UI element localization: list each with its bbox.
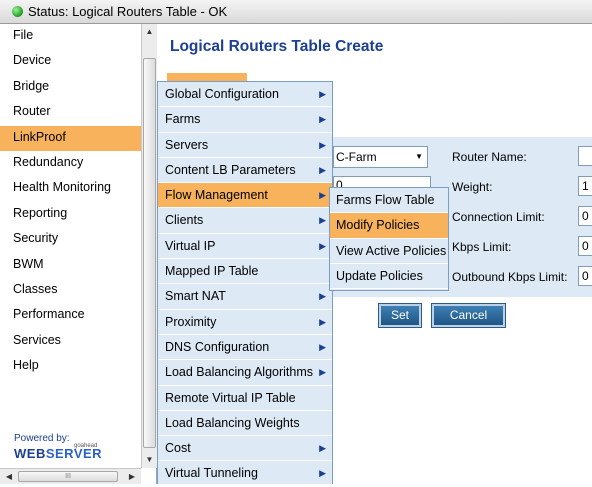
menu-item-label: Flow Management xyxy=(165,188,268,203)
nav-item-help[interactable]: Help xyxy=(0,354,141,379)
menu-item-label: Mapped IP Table xyxy=(165,264,259,279)
connection-limit-input[interactable]: 0 xyxy=(578,206,592,226)
menu-item-global-configuration[interactable]: Global Configuration ▶ xyxy=(158,82,332,108)
status-ok-icon xyxy=(12,6,23,17)
nav-item-linkproof[interactable]: LinkProof xyxy=(0,125,141,151)
farm-select[interactable]: C-Farm ▼ xyxy=(333,146,428,168)
brand-name: WEBSERVER xyxy=(14,446,103,461)
cancel-button[interactable]: Cancel xyxy=(431,303,506,328)
menu-item-content-lb-parameters[interactable]: Content LB Parameters ▶ xyxy=(158,158,332,184)
submenu-arrow-icon: ▶ xyxy=(319,291,326,302)
menu-item-label: Proximity xyxy=(165,314,217,329)
scroll-thumb[interactable] xyxy=(143,58,156,448)
kbps-limit-input[interactable]: 0 xyxy=(578,236,592,256)
weight-input[interactable]: 1 xyxy=(578,176,592,196)
menu-item-label: Virtual IP xyxy=(165,238,216,253)
outbound-kbps-limit-input[interactable]: 0 xyxy=(578,266,592,286)
powered-by-logo: Powered by: goahead WEBSERVER xyxy=(14,433,134,461)
scroll-right-icon[interactable]: ▶ xyxy=(125,469,139,484)
nav-item-health-monitoring[interactable]: Health Monitoring xyxy=(0,176,141,201)
menu-item-label: Farms xyxy=(165,112,201,127)
outbound-kbps-limit-label: Outbound Kbps Limit: xyxy=(452,270,568,284)
nav-list: File Device Bridge Router LinkProof Redundanc… xyxy=(0,24,141,379)
set-button[interactable]: Set xyxy=(378,303,422,328)
submenu-item-update-policies[interactable]: Update Policies xyxy=(330,264,448,290)
menu-item-label: Load Balancing Algorithms xyxy=(165,365,314,380)
submenu-item-modify-policies[interactable]: Modify Policies xyxy=(330,213,448,239)
menu-item-label: Content LB Parameters xyxy=(165,162,296,177)
linkproof-menu: Global Configuration ▶ Farms ▶ Servers ▶ Conte… xyxy=(157,81,333,487)
menu-item-servers[interactable]: Servers ▶ xyxy=(158,133,332,158)
submenu-arrow-icon: ▶ xyxy=(319,367,326,378)
submenu-arrow-icon: ▶ xyxy=(319,240,326,251)
nav-item-router[interactable]: Router xyxy=(0,100,141,125)
submenu-arrow-icon: ▶ xyxy=(319,341,326,352)
submenu-arrow-icon: ▶ xyxy=(319,114,326,125)
nav-item-device[interactable]: Device xyxy=(0,49,141,74)
submenu-arrow-icon: ▶ xyxy=(319,190,326,201)
left-navigation: File Device Bridge Router LinkProof Redundanc… xyxy=(0,24,157,484)
menu-item-load-balancing-weights[interactable]: Load Balancing Weights xyxy=(158,411,332,437)
menu-item-label: Clients xyxy=(165,213,204,228)
nav-item-services[interactable]: Services xyxy=(0,329,141,354)
nav-item-redundancy[interactable]: Redundancy xyxy=(0,151,141,176)
kbps-limit-label: Kbps Limit: xyxy=(452,240,512,254)
menu-item-mapped-ip-table[interactable]: Mapped IP Table xyxy=(158,259,332,285)
scroll-down-icon[interactable]: ▼ xyxy=(142,452,157,468)
nav-item-file[interactable]: File xyxy=(0,24,141,49)
menu-item-label: DNS Configuration xyxy=(165,339,270,354)
nav-item-performance[interactable]: Performance xyxy=(0,303,141,328)
menu-item-flow-management[interactable]: Flow Management ▶ xyxy=(158,183,332,209)
nav-vertical-scrollbar[interactable]: ▲ ▼ xyxy=(141,24,157,468)
scroll-left-icon[interactable]: ◀ xyxy=(2,469,16,484)
submenu-arrow-icon: ▶ xyxy=(319,468,326,479)
status-bar: Status: Logical Routers Table - OK xyxy=(0,0,592,24)
submenu-arrow-icon: ▶ xyxy=(319,443,326,454)
chevron-down-icon: ▼ xyxy=(415,152,423,161)
router-name-label: Router Name: xyxy=(452,150,527,164)
menu-item-load-balancing-algorithms[interactable]: Load Balancing Algorithms ▶ xyxy=(158,360,332,386)
hscroll-thumb[interactable]: III xyxy=(18,471,118,482)
menu-item-label: Remote Virtual IP Table xyxy=(165,390,296,405)
router-name-input[interactable] xyxy=(578,146,592,166)
menu-item-smart-nat[interactable]: Smart NAT ▶ xyxy=(158,284,332,310)
submenu-arrow-icon: ▶ xyxy=(319,215,326,226)
nav-item-classes[interactable]: Classes xyxy=(0,278,141,303)
flow-management-submenu: Farms Flow Table Modify Policies View Acti… xyxy=(329,187,449,291)
menu-item-proximity[interactable]: Proximity ▶ xyxy=(158,310,332,335)
nav-item-reporting[interactable]: Reporting xyxy=(0,202,141,227)
weight-label: Weight: xyxy=(452,180,493,194)
menu-item-label: Global Configuration xyxy=(165,87,279,101)
nav-horizontal-scrollbar[interactable]: ◀ III ▶ xyxy=(0,468,141,484)
connection-limit-label: Connection Limit: xyxy=(452,210,545,224)
menu-item-farms[interactable]: Farms ▶ xyxy=(158,107,332,133)
menu-item-cost[interactable]: Cost ▶ xyxy=(158,436,332,462)
menu-item-clients[interactable]: Clients ▶ xyxy=(158,208,332,234)
nav-item-bridge[interactable]: Bridge xyxy=(0,75,141,100)
menu-item-remote-virtual-ip-table[interactable]: Remote Virtual IP Table xyxy=(158,386,332,411)
page-title: Logical Routers Table Create xyxy=(170,38,384,55)
submenu-arrow-icon: ▶ xyxy=(319,139,326,150)
nav-item-bwm[interactable]: BWM xyxy=(0,253,141,278)
status-text: Status: Logical Routers Table - OK xyxy=(28,4,228,19)
menu-item-dns-configuration[interactable]: DNS Configuration ▶ xyxy=(158,335,332,361)
submenu-arrow-icon: ▶ xyxy=(319,89,326,99)
farm-select-value: C-Farm xyxy=(336,150,377,164)
menu-item-virtual-tunneling[interactable]: Virtual Tunneling ▶ xyxy=(158,461,332,487)
menu-item-label: Smart NAT xyxy=(165,289,226,304)
scroll-up-icon[interactable]: ▲ xyxy=(142,24,157,40)
submenu-arrow-icon: ▶ xyxy=(319,164,326,175)
menu-item-label: Load Balancing Weights xyxy=(165,415,300,430)
menu-item-label: Servers xyxy=(165,137,209,152)
submenu-arrow-icon: ▶ xyxy=(319,316,326,327)
nav-item-security[interactable]: Security xyxy=(0,227,141,252)
menu-item-label: Virtual Tunneling xyxy=(165,466,258,481)
menu-item-label: Cost xyxy=(165,441,191,456)
submenu-item-view-active-policies[interactable]: View Active Policies xyxy=(330,239,448,264)
submenu-item-farms-flow-table[interactable]: Farms Flow Table xyxy=(330,188,448,214)
menu-item-virtual-ip[interactable]: Virtual IP ▶ xyxy=(158,234,332,260)
